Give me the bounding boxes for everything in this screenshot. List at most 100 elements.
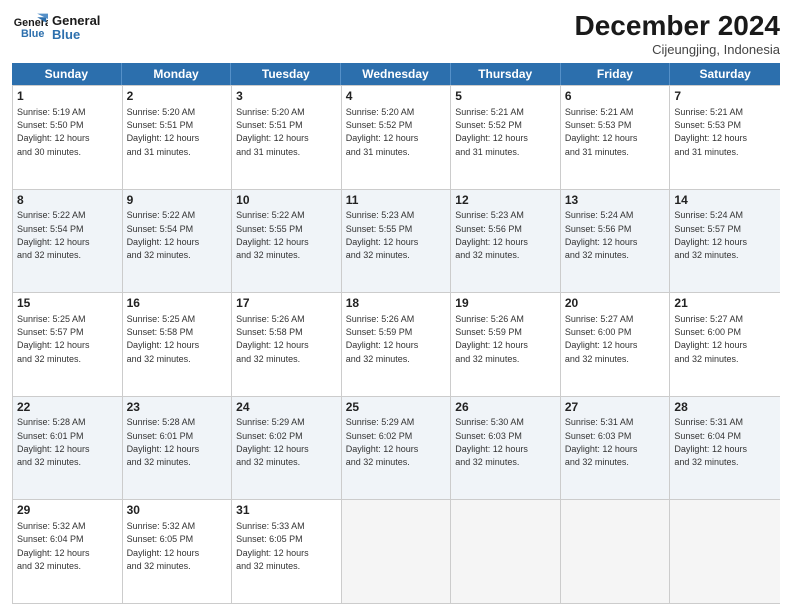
calendar-day-20: 20 Sunrise: 5:27 AM Sunset: 6:00 PM Dayli… [561,293,671,396]
calendar-day-22: 22Sunrise: 5:28 AM Sunset: 6:01 PM Dayli… [13,397,123,500]
calendar-day-8: 8Sunrise: 5:22 AM Sunset: 5:54 PM Daylig… [13,190,123,293]
calendar-day-10: 10Sunrise: 5:22 AM Sunset: 5:55 PM Dayli… [232,190,342,293]
calendar-day-24: 24Sunrise: 5:29 AM Sunset: 6:02 PM Dayli… [232,397,342,500]
header-day-friday: Friday [561,63,671,85]
calendar-day-16: 16 Sunrise: 5:25 AM Sunset: 5:58 PM Dayli… [123,293,233,396]
calendar-container: General Blue General Blue December 2024 … [0,0,792,612]
day-number: 30 [127,503,228,519]
logo: General Blue General Blue [12,10,100,46]
day-info: Sunrise: 5:24 AM Sunset: 5:57 PM Dayligh… [674,210,747,260]
day-info: Sunrise: 5:20 AM Sunset: 5:51 PM Dayligh… [236,107,309,157]
day-number: 23 [127,400,228,416]
day-info: Sunrise: 5:27 AM Sunset: 6:00 PM Dayligh… [565,314,638,364]
calendar-day-15: 15Sunrise: 5:25 AM Sunset: 5:57 PM Dayli… [13,293,123,396]
day-number: 4 [346,89,447,105]
day-info: Sunrise: 5:22 AM Sunset: 5:54 PM Dayligh… [127,210,200,260]
day-number: 13 [565,193,666,209]
logo-icon: General Blue [12,10,48,46]
day-info: Sunrise: 5:33 AM Sunset: 6:05 PM Dayligh… [236,521,309,571]
calendar-day-12: 12Sunrise: 5:23 AM Sunset: 5:56 PM Dayli… [451,190,561,293]
day-number: 18 [346,296,447,312]
day-info: Sunrise: 5:21 AM Sunset: 5:52 PM Dayligh… [455,107,528,157]
calendar-week-5: 29Sunrise: 5:32 AM Sunset: 6:04 PM Dayli… [13,499,780,603]
day-info: Sunrise: 5:25 AM Sunset: 5:58 PM Dayligh… [127,314,200,364]
calendar-day-25: 25Sunrise: 5:29 AM Sunset: 6:02 PM Dayli… [342,397,452,500]
day-number: 12 [455,193,556,209]
day-info: Sunrise: 5:29 AM Sunset: 6:02 PM Dayligh… [346,417,419,467]
day-number: 17 [236,296,337,312]
day-info: Sunrise: 5:26 AM Sunset: 5:58 PM Dayligh… [236,314,309,364]
day-info: Sunrise: 5:31 AM Sunset: 6:04 PM Dayligh… [674,417,747,467]
day-number: 27 [565,400,666,416]
day-info: Sunrise: 5:31 AM Sunset: 6:03 PM Dayligh… [565,417,638,467]
calendar-day-7: 7Sunrise: 5:21 AM Sunset: 5:53 PM Daylig… [670,86,780,189]
day-number: 26 [455,400,556,416]
day-info: Sunrise: 5:24 AM Sunset: 5:56 PM Dayligh… [565,210,638,260]
day-number: 25 [346,400,447,416]
day-info: Sunrise: 5:26 AM Sunset: 5:59 PM Dayligh… [455,314,528,364]
svg-text:Blue: Blue [21,28,44,40]
calendar-day-11: 11Sunrise: 5:23 AM Sunset: 5:55 PM Dayli… [342,190,452,293]
day-info: Sunrise: 5:23 AM Sunset: 5:55 PM Dayligh… [346,210,419,260]
location: Cijeungjing, Indonesia [575,42,780,57]
day-number: 5 [455,89,556,105]
day-info: Sunrise: 5:32 AM Sunset: 6:04 PM Dayligh… [17,521,90,571]
day-info: Sunrise: 5:21 AM Sunset: 5:53 PM Dayligh… [565,107,638,157]
calendar-day-4: 4 Sunrise: 5:20 AM Sunset: 5:52 PM Daylig… [342,86,452,189]
day-number: 10 [236,193,337,209]
day-number: 21 [674,296,776,312]
day-number: 15 [17,296,118,312]
calendar-day-9: 9Sunrise: 5:22 AM Sunset: 5:54 PM Daylig… [123,190,233,293]
day-number: 31 [236,503,337,519]
calendar-header: SundayMondayTuesdayWednesdayThursdayFrid… [12,63,780,85]
day-number: 16 [127,296,228,312]
calendar-day-23: 23Sunrise: 5:28 AM Sunset: 6:01 PM Dayli… [123,397,233,500]
day-info: Sunrise: 5:27 AM Sunset: 6:00 PM Dayligh… [674,314,747,364]
calendar-day-30: 30 Sunrise: 5:32 AM Sunset: 6:05 PM Dayli… [123,500,233,603]
title-block: December 2024 Cijeungjing, Indonesia [575,10,780,57]
logo-text-blue: Blue [52,28,100,42]
calendar-day-18: 18 Sunrise: 5:26 AM Sunset: 5:59 PM Dayli… [342,293,452,396]
day-number: 8 [17,193,118,209]
day-info: Sunrise: 5:23 AM Sunset: 5:56 PM Dayligh… [455,210,528,260]
calendar-day-28: 28Sunrise: 5:31 AM Sunset: 6:04 PM Dayli… [670,397,780,500]
header: General Blue General Blue December 2024 … [12,10,780,57]
day-number: 28 [674,400,776,416]
calendar-week-1: 1Sunrise: 5:19 AM Sunset: 5:50 PM Daylig… [13,85,780,189]
day-info: Sunrise: 5:30 AM Sunset: 6:03 PM Dayligh… [455,417,528,467]
day-info: Sunrise: 5:26 AM Sunset: 5:59 PM Dayligh… [346,314,419,364]
day-number: 19 [455,296,556,312]
calendar-day-1: 1Sunrise: 5:19 AM Sunset: 5:50 PM Daylig… [13,86,123,189]
day-number: 3 [236,89,337,105]
header-day-wednesday: Wednesday [341,63,451,85]
calendar-day-empty [561,500,671,603]
calendar-day-14: 14Sunrise: 5:24 AM Sunset: 5:57 PM Dayli… [670,190,780,293]
day-number: 1 [17,89,118,105]
month-title: December 2024 [575,10,780,42]
calendar-day-empty [451,500,561,603]
calendar-day-5: 5 Sunrise: 5:21 AM Sunset: 5:52 PM Daylig… [451,86,561,189]
calendar-day-2: 2Sunrise: 5:20 AM Sunset: 5:51 PM Daylig… [123,86,233,189]
day-number: 11 [346,193,447,209]
day-number: 22 [17,400,118,416]
calendar-day-empty [342,500,452,603]
logo-text-general: General [52,14,100,28]
calendar-week-4: 22Sunrise: 5:28 AM Sunset: 6:01 PM Dayli… [13,396,780,500]
header-day-saturday: Saturday [670,63,780,85]
day-info: Sunrise: 5:29 AM Sunset: 6:02 PM Dayligh… [236,417,309,467]
day-number: 14 [674,193,776,209]
day-info: Sunrise: 5:21 AM Sunset: 5:53 PM Dayligh… [674,107,747,157]
calendar-week-2: 8Sunrise: 5:22 AM Sunset: 5:54 PM Daylig… [13,189,780,293]
calendar-day-3: 3 Sunrise: 5:20 AM Sunset: 5:51 PM Daylig… [232,86,342,189]
calendar-day-17: 17 Sunrise: 5:26 AM Sunset: 5:58 PM Dayli… [232,293,342,396]
calendar-day-26: 26Sunrise: 5:30 AM Sunset: 6:03 PM Dayli… [451,397,561,500]
day-info: Sunrise: 5:22 AM Sunset: 5:54 PM Dayligh… [17,210,90,260]
day-number: 20 [565,296,666,312]
day-info: Sunrise: 5:32 AM Sunset: 6:05 PM Dayligh… [127,521,200,571]
day-info: Sunrise: 5:20 AM Sunset: 5:52 PM Dayligh… [346,107,419,157]
calendar-day-empty [670,500,780,603]
day-number: 24 [236,400,337,416]
calendar-day-6: 6Sunrise: 5:21 AM Sunset: 5:53 PM Daylig… [561,86,671,189]
header-day-monday: Monday [122,63,232,85]
day-info: Sunrise: 5:20 AM Sunset: 5:51 PM Dayligh… [127,107,200,157]
